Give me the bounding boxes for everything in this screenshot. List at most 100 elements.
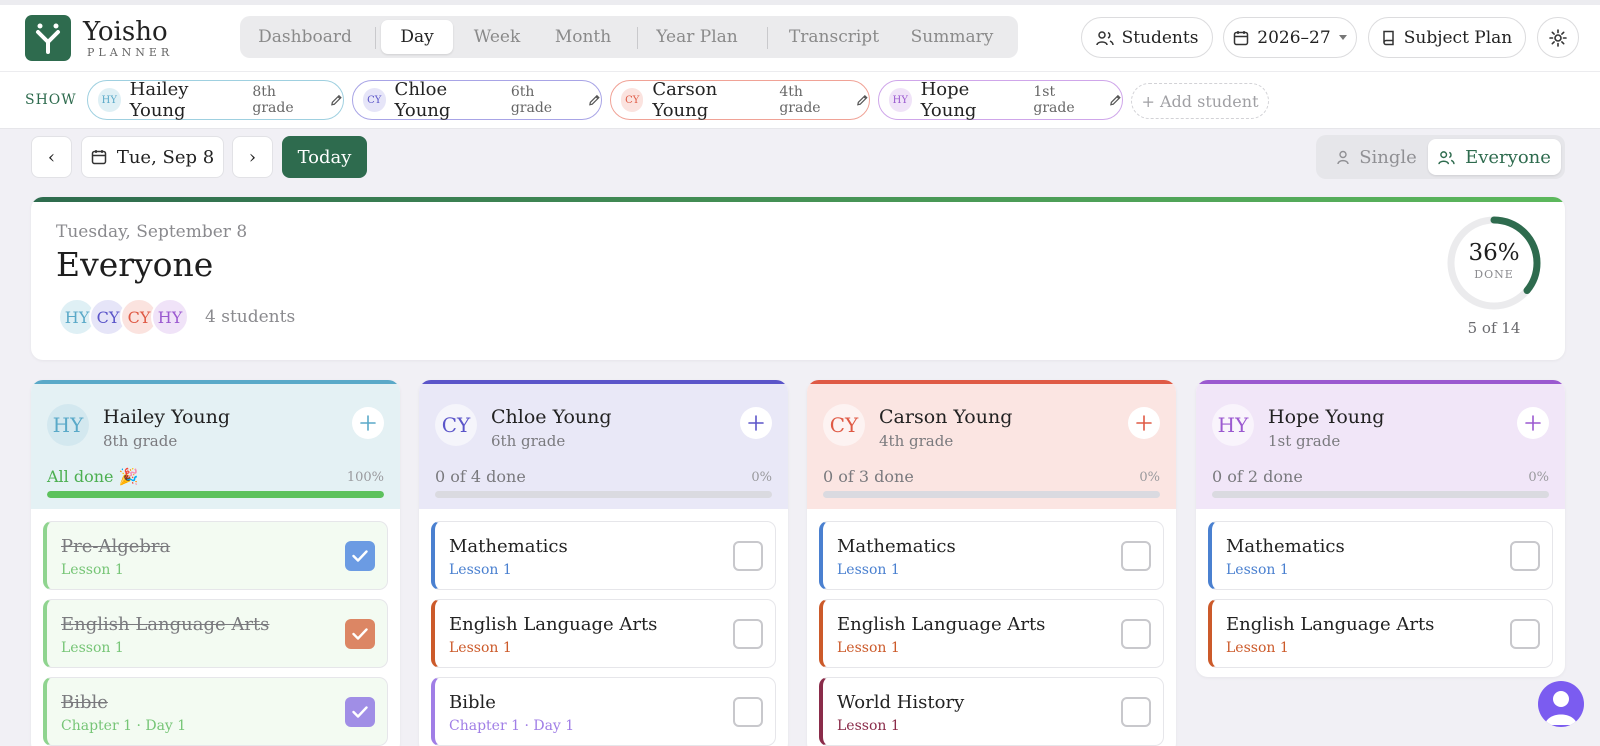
student-grade: 8th grade (103, 432, 178, 450)
users-icon (1095, 30, 1114, 45)
task-card[interactable]: World History Lesson 1 (819, 677, 1164, 746)
task-card[interactable]: Mathematics Lesson 1 (1208, 521, 1553, 590)
student-filter-bar: SHOW HY Hailey Young 8th grade CY Chloe … (0, 71, 1600, 129)
task-card[interactable]: Bible Chapter 1 · Day 1 (431, 677, 776, 746)
tab-month[interactable]: Month (540, 20, 626, 54)
app-header: Yoisho PLANNER Dashboard Day Week Month … (0, 5, 1600, 71)
task-subtitle: Lesson 1 (449, 640, 512, 656)
task-checkbox[interactable] (1121, 697, 1151, 727)
student-chip-chloe[interactable]: CY Chloe Young 6th grade (352, 79, 602, 121)
task-checkbox[interactable] (1510, 541, 1540, 571)
chip-grade: 4th grade (779, 84, 821, 116)
student-chip-hope[interactable]: HY Hope Young 1st grade (878, 79, 1123, 121)
students-button-label: Students (1121, 27, 1199, 48)
student-chip-carson[interactable]: CY Carson Young 4th grade (610, 79, 870, 121)
progress-bar (1212, 491, 1549, 498)
subject-plan-button[interactable]: Subject Plan (1368, 17, 1526, 58)
view-single-option[interactable]: Single (1320, 139, 1434, 175)
pencil-icon[interactable] (588, 93, 601, 107)
task-subtitle: Lesson 1 (837, 562, 900, 578)
task-title: Mathematics (1226, 536, 1345, 557)
task-card[interactable]: English Language Arts Lesson 1 (819, 599, 1164, 668)
student-column: HY Hope Young 1st grade 0 of 2 done 0% M… (1196, 380, 1565, 677)
subject-plan-label: Subject Plan (1403, 27, 1513, 48)
calendar-icon (1234, 30, 1249, 45)
task-checkbox[interactable] (345, 541, 375, 571)
calendar-icon (91, 150, 107, 165)
task-checkbox[interactable] (345, 697, 375, 727)
pencil-icon[interactable] (1109, 93, 1122, 107)
task-checkbox[interactable] (733, 541, 763, 571)
pencil-icon[interactable] (856, 93, 869, 107)
chip-name: Hailey Young (129, 79, 189, 121)
chip-grade: 8th grade (252, 84, 294, 116)
today-button[interactable]: Today (282, 136, 367, 178)
check-icon (352, 706, 368, 718)
add-student-button[interactable]: + Add student (1131, 83, 1269, 119)
task-checkbox[interactable] (733, 697, 763, 727)
task-checkbox[interactable] (345, 619, 375, 649)
task-list: Mathematics Lesson 1 English Language Ar… (1196, 509, 1565, 668)
student-name: Hailey Young (103, 406, 231, 428)
task-list: Mathematics Lesson 1 English Language Ar… (419, 509, 788, 746)
add-task-button[interactable] (740, 407, 772, 439)
tab-transcript[interactable]: Transcript (777, 20, 891, 54)
students-button[interactable]: Students (1081, 17, 1213, 58)
task-card[interactable]: Bible Chapter 1 · Day 1 (43, 677, 388, 746)
chip-name: Chloe Young (394, 79, 451, 121)
plus-icon (360, 415, 376, 431)
student-count: 4 students (205, 307, 296, 327)
view-everyone-option[interactable]: Everyone (1428, 139, 1561, 175)
task-subtitle: Lesson 1 (449, 562, 512, 578)
task-card[interactable]: Mathematics Lesson 1 (431, 521, 776, 590)
pencil-icon[interactable] (330, 93, 343, 107)
task-title: English Language Arts (61, 614, 270, 635)
student-name: Chloe Young (491, 406, 612, 428)
avatar: CY (621, 88, 644, 112)
progress-done-label: DONE (1474, 268, 1514, 281)
view-mode-toggle: Single Everyone (1316, 135, 1565, 179)
task-checkbox[interactable] (733, 619, 763, 649)
nav-divider (637, 27, 638, 49)
add-task-button[interactable] (1517, 407, 1549, 439)
day-summary-card: Tuesday, September 8 Everyone HY CY CY H… (31, 197, 1565, 360)
task-card[interactable]: Mathematics Lesson 1 (819, 521, 1164, 590)
profile-avatar-button[interactable] (1538, 681, 1584, 727)
task-checkbox[interactable] (1121, 619, 1151, 649)
task-title: English Language Arts (1226, 614, 1435, 635)
avatar: CY (363, 88, 386, 112)
avatar: HY (98, 88, 121, 112)
tab-dashboard[interactable]: Dashboard (248, 20, 362, 54)
task-card[interactable]: English Language Arts Lesson 1 (431, 599, 776, 668)
chip-name: Hope Young (920, 79, 977, 121)
task-subtitle: Lesson 1 (61, 562, 124, 578)
task-card[interactable]: Pre-Algebra Lesson 1 (43, 521, 388, 590)
prev-day-button[interactable]: ‹ (31, 136, 72, 178)
tab-week[interactable]: Week (458, 20, 536, 54)
date-picker-button[interactable]: Tue, Sep 8 (81, 136, 224, 178)
student-grade: 4th grade (879, 432, 954, 450)
task-checkbox[interactable] (1121, 541, 1151, 571)
current-date-label: Tue, Sep 8 (116, 146, 215, 168)
check-icon (352, 550, 368, 562)
task-title: Mathematics (449, 536, 568, 557)
task-subtitle: Chapter 1 · Day 1 (449, 718, 575, 734)
next-day-button[interactable]: › (232, 136, 273, 178)
task-title: Bible (61, 692, 108, 713)
add-task-button[interactable] (352, 407, 384, 439)
task-card[interactable]: English Language Arts Lesson 1 (1208, 599, 1553, 668)
tab-day[interactable]: Day (381, 20, 453, 54)
settings-button[interactable] (1537, 17, 1579, 58)
task-checkbox[interactable] (1510, 619, 1540, 649)
tab-summary[interactable]: Summary (900, 20, 1004, 54)
tab-year-plan[interactable]: Year Plan (645, 20, 749, 54)
student-column: HY Hailey Young 8th grade All done 🎉 100… (31, 380, 400, 746)
add-task-button[interactable] (1128, 407, 1160, 439)
view-single-label: Single (1359, 146, 1417, 168)
school-year-dropdown[interactable]: 2026–27 (1223, 17, 1357, 58)
main-nav: Dashboard Day Week Month Year Plan Trans… (240, 16, 1018, 58)
student-column: CY Chloe Young 6th grade 0 of 4 done 0% … (419, 380, 788, 746)
show-label: SHOW (25, 92, 77, 108)
student-chip-hailey[interactable]: HY Hailey Young 8th grade (87, 79, 344, 121)
task-card[interactable]: English Language Arts Lesson 1 (43, 599, 388, 668)
